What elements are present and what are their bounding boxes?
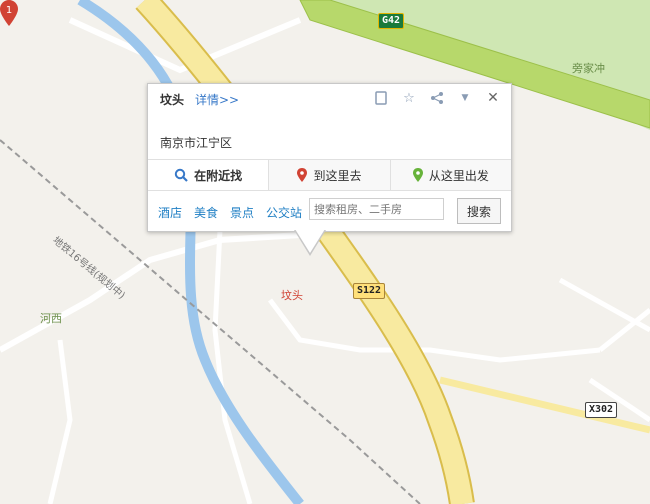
tab-depart-from-here[interactable]: 从这里出发 [390,160,511,190]
marker-label: 坟头 [281,289,303,302]
tab-go-here[interactable]: 到这里去 [269,160,391,190]
place-label-hexi: 河西 [40,312,62,325]
place-label-pangjiachong: 旁家冲 [572,62,605,75]
popup-tabs: 在附近找 到这里去 从这里出发 [148,159,511,191]
detail-link[interactable]: 详情>> [195,91,239,108]
search-icon [174,168,188,182]
tab-label: 在附近找 [194,168,243,183]
popup-tail [295,229,325,253]
pin-green-icon [412,168,423,182]
popup-toolbar: ☆ ▼ ✕ [373,90,501,106]
nearby-search-input[interactable] [309,198,444,220]
category-attraction[interactable]: 景点 [230,204,254,221]
share-icon[interactable] [429,90,445,106]
highway-shield-g42: G42 [378,13,405,29]
tab-label: 从这里出发 [428,168,489,183]
marker-number: 1 [6,5,12,16]
category-links: 酒店 美食 景点 公交站 [158,204,302,221]
star-icon[interactable]: ☆ [401,90,417,106]
highway-shield-x302: X302 [585,402,618,418]
bookmark-icon[interactable] [373,90,389,106]
dropdown-icon[interactable]: ▼ [457,90,473,106]
search-button[interactable]: 搜索 [457,198,501,224]
pin-red-icon [297,168,308,182]
category-bus-stop[interactable]: 公交站 [266,204,302,221]
tab-nearby-search[interactable]: 在附近找 [148,160,270,190]
highway-shield-s122: S122 [353,283,386,299]
tab-label: 到这里去 [313,168,362,183]
close-icon[interactable]: ✕ [485,90,501,106]
category-hotel[interactable]: 酒店 [158,204,182,221]
category-food[interactable]: 美食 [194,204,218,221]
popup-address: 南京市江宁区 [160,136,233,150]
map-marker-1[interactable]: 1 [0,0,18,26]
info-popup: 坟头 详情>> ☆ ▼ ✕ 南京市江宁区 在附近找 到这里去 从这里出发 酒店 … [147,83,512,256]
popup-title: 坟头 [160,93,185,107]
